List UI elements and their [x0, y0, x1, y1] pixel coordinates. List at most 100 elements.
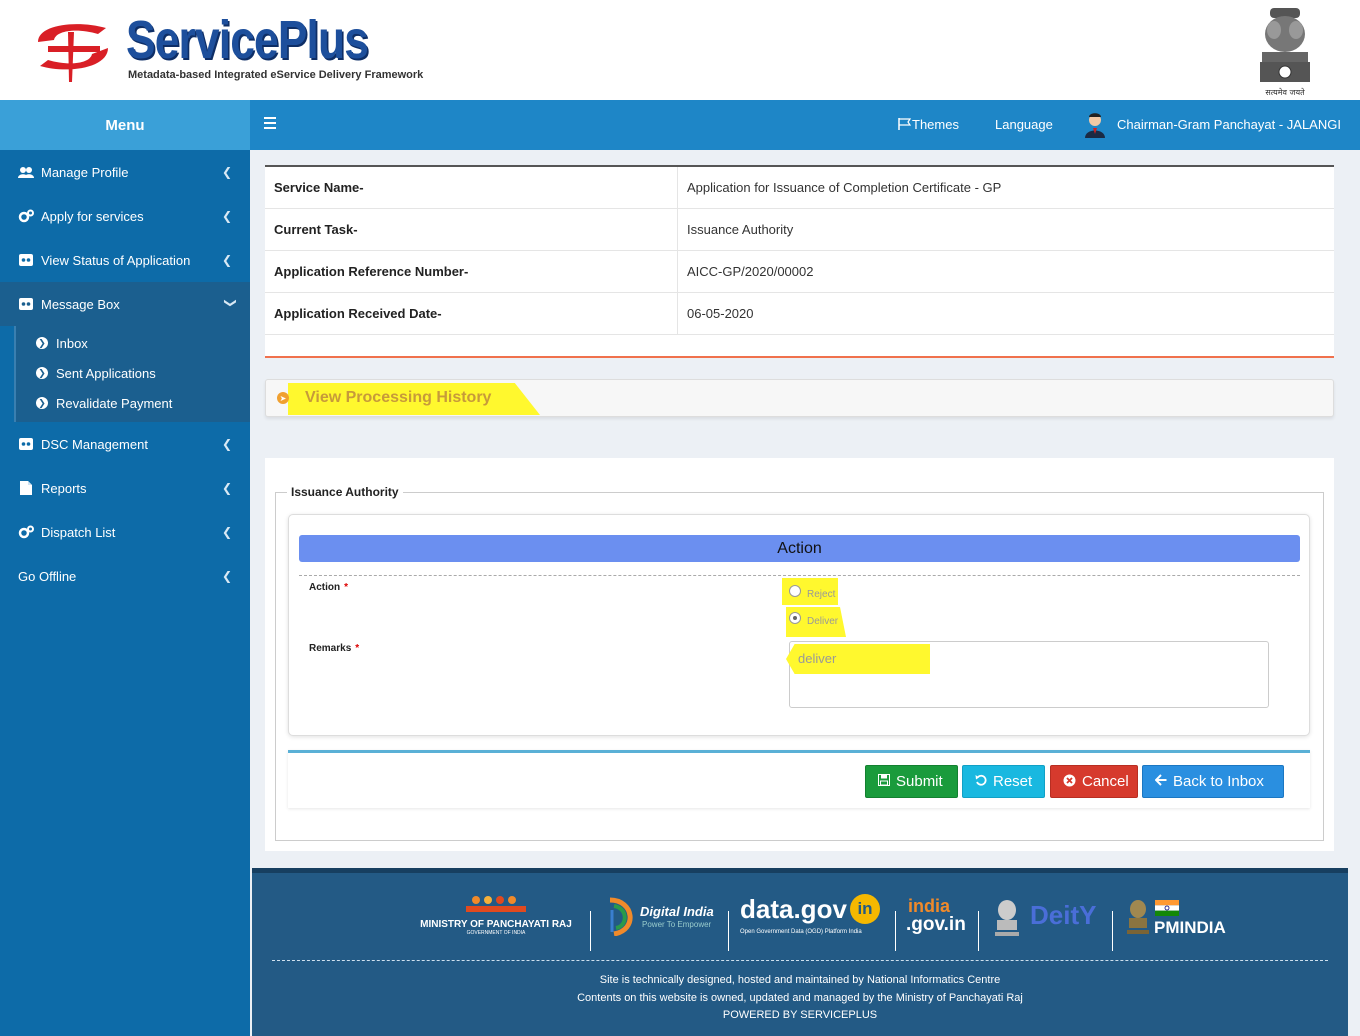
- sidebar-item-view-status[interactable]: View Status of Application ❮: [0, 238, 250, 282]
- footer-line-1: Site is technically designed, hosted and…: [599, 974, 1001, 986]
- message-box-submenu: ❯ Inbox ❯ Sent Applications ❯ Revalidate Pa…: [14, 326, 250, 422]
- data-gov-logo[interactable]: data.gov in Open Government Data (OGD) P…: [740, 892, 885, 944]
- india-gov-bottom: .gov.in: [906, 914, 966, 935]
- action-header: Action: [299, 535, 1300, 562]
- data-gov-sub: Open Government Data (OGD) Platform Indi…: [740, 929, 862, 935]
- deliver-radio[interactable]: [789, 612, 801, 624]
- flag-icon: [898, 118, 912, 130]
- submit-label: Submit: [896, 773, 943, 790]
- digital-india-sub: Power To Empower: [642, 920, 712, 929]
- sidebar-item-apply-services[interactable]: Apply for services ❮: [0, 194, 250, 238]
- arrow-left-icon: [1154, 774, 1167, 789]
- sidebar-item-label: Apply for services: [41, 208, 144, 224]
- divider: [895, 911, 896, 951]
- sidebar-item-go-offline[interactable]: Go Offline ❮: [0, 554, 250, 598]
- chevron-left-icon: ❮: [221, 481, 232, 495]
- sidebar-item-label: Message Box: [41, 296, 120, 312]
- user-name[interactable]: Chairman-Gram Panchayat - JALANGI: [1117, 117, 1341, 132]
- reject-radio[interactable]: [789, 585, 801, 597]
- brand-tagline: Metadata-based Integrated eService Deliv…: [128, 69, 424, 81]
- sidebar-item-dispatch-list[interactable]: Dispatch List ❮: [0, 510, 250, 554]
- arrow-circle-right-icon: ➤: [277, 392, 289, 404]
- submenu-item-revalidate-payment[interactable]: ❯ Revalidate Payment: [16, 388, 250, 418]
- current-task-label: Current Task-: [265, 209, 678, 250]
- sidebar-item-dsc-management[interactable]: DSC Management ❮: [0, 422, 250, 466]
- back-to-inbox-button[interactable]: Back to Inbox: [1142, 765, 1284, 798]
- data-gov-in-badge: in: [850, 894, 880, 924]
- submenu-item-sent-applications[interactable]: ❯ Sent Applications: [16, 358, 250, 388]
- deity-logo[interactable]: DeitY: [1030, 900, 1096, 931]
- fieldset-legend: Issuance Authority: [287, 485, 403, 499]
- dsc-icon: [18, 437, 34, 451]
- service-name-value: Application for Issuance of Completion C…: [687, 180, 1002, 195]
- undo-icon: [975, 774, 987, 789]
- panchayati-emblem-icon: [466, 896, 526, 912]
- back-label: Back to Inbox: [1173, 773, 1264, 790]
- reference-number-label: Application Reference Number-: [265, 251, 678, 292]
- panchayati-logo-sub: GOVERNMENT OF INDIA: [466, 930, 526, 936]
- themes-link[interactable]: Themes: [898, 117, 959, 132]
- footer-logos: MINISTRY OF PANCHAYATI RAJ GOVERNMENT OF…: [252, 888, 1348, 951]
- received-date-label: Application Received Date-: [265, 293, 678, 334]
- emblem-motto: सत्यमेव जयते: [1265, 87, 1305, 97]
- cancel-button[interactable]: Cancel: [1050, 765, 1138, 798]
- sidebar-item-label: DSC Management: [41, 436, 148, 452]
- chevron-down-icon: ❮: [221, 297, 236, 309]
- users-icon: [18, 165, 34, 179]
- india-gov-logo[interactable]: india .gov.in: [906, 896, 968, 940]
- reject-label: Reject: [807, 589, 836, 600]
- sidebar-item-reports[interactable]: Reports ❮: [0, 466, 250, 510]
- file-icon: [18, 481, 34, 495]
- divider: [299, 575, 1300, 576]
- table-row: Current Task- Issuance Authority: [265, 209, 1334, 251]
- site-footer: MINISTRY OF PANCHAYATI RAJ GOVERNMENT OF…: [252, 868, 1348, 1036]
- menu-title: Menu: [0, 100, 250, 150]
- sidebar-item-label: Dispatch List: [41, 524, 116, 540]
- reset-button[interactable]: Reset: [962, 765, 1045, 798]
- application-info-table: Service Name- Application for Issuance o…: [265, 165, 1334, 358]
- hamburger-menu-icon[interactable]: [264, 117, 276, 129]
- reference-number-value: AICC-GP/2020/00002: [687, 264, 814, 279]
- gears-icon: [18, 525, 34, 539]
- sidebar: Menu Manage Profile ❮ Apply for services…: [0, 100, 250, 1036]
- remarks-value: deliver: [798, 651, 837, 666]
- table-row: Application Reference Number- AICC-GP/20…: [265, 251, 1334, 293]
- digital-india-logo[interactable]: Digital India Power To Empower: [604, 896, 724, 936]
- top-navbar: Themes Language Chairman-Gram Panchayat …: [250, 100, 1360, 150]
- required-mark: *: [344, 582, 349, 593]
- chevron-circle-right-icon: ❯: [36, 367, 48, 379]
- pmindia-logo[interactable]: PMINDIA: [1154, 918, 1226, 938]
- divider: [590, 911, 591, 951]
- serviceplus-logo-icon: [38, 24, 108, 82]
- chevron-left-icon: ❮: [221, 525, 232, 539]
- language-link[interactable]: Language: [995, 117, 1053, 132]
- view-processing-history-link[interactable]: View Processing History: [305, 389, 491, 407]
- deliver-label: Deliver: [807, 616, 839, 627]
- submenu-label: Revalidate Payment: [56, 395, 173, 411]
- current-task-value: Issuance Authority: [687, 222, 794, 237]
- save-icon: [878, 774, 890, 789]
- submenu-item-inbox[interactable]: ❯ Inbox: [16, 328, 250, 358]
- chevron-left-icon: ❮: [221, 437, 232, 451]
- action-label-text: Action: [309, 582, 341, 593]
- ministry-panchayati-raj-logo[interactable]: MINISTRY OF PANCHAYATI RAJ GOVERNMENT OF…: [414, 894, 578, 936]
- divider: [1112, 911, 1113, 951]
- action-field-label: Action *: [309, 582, 348, 593]
- chevron-left-icon: ❮: [221, 209, 232, 223]
- themes-label: Themes: [912, 117, 959, 132]
- chevron-circle-right-icon: ❯: [36, 397, 48, 409]
- message-icon: [18, 297, 34, 311]
- remarks-field-label: Remarks *: [309, 643, 359, 654]
- sidebar-item-manage-profile[interactable]: Manage Profile ❮: [0, 150, 250, 194]
- user-avatar-icon[interactable]: [1084, 112, 1106, 138]
- gears-icon: [18, 209, 34, 223]
- chevron-left-icon: ❮: [221, 165, 232, 179]
- footer-line-3: POWERED BY SERVICEPLUS: [722, 1009, 878, 1021]
- sidebar-item-message-box[interactable]: Message Box ❮: [0, 282, 250, 326]
- reset-label: Reset: [993, 773, 1033, 790]
- submit-button[interactable]: Submit: [865, 765, 958, 798]
- data-gov-text: data.gov: [740, 894, 847, 924]
- panchayati-logo-text: MINISTRY OF PANCHAYATI RAJ: [420, 919, 572, 930]
- table-row: Application Received Date- 06-05-2020: [265, 293, 1334, 335]
- footer-line-2: Contents on this website is owned, updat…: [577, 992, 1023, 1004]
